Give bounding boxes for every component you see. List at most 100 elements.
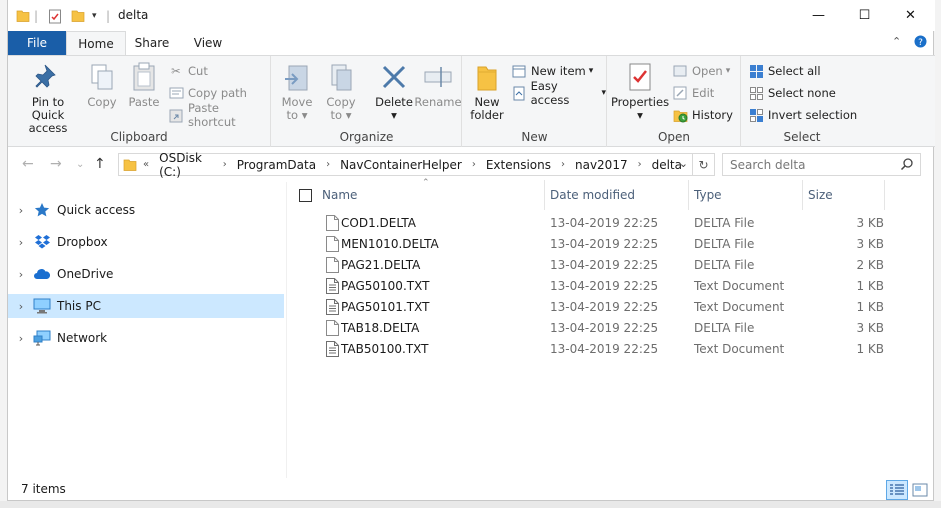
file-size: 3 KB <box>856 321 884 335</box>
file-type: Text Document <box>694 279 785 293</box>
select-none-button[interactable]: Select none <box>748 83 836 103</box>
history-button[interactable]: History <box>672 105 733 125</box>
nav-item-dropbox[interactable]: › Dropbox <box>8 230 284 254</box>
delete-button[interactable]: Delete ▾ <box>375 60 413 122</box>
breadcrumb-extensions[interactable]: Extensions <box>486 158 551 172</box>
forward-arrow-icon[interactable]: → <box>50 156 62 172</box>
maximize-button[interactable]: ☐ <box>842 0 887 31</box>
customize-toolbar-icon[interactable]: ▾ <box>92 6 97 26</box>
file-name: MEN1010.DELTA <box>341 237 439 251</box>
tab-share[interactable]: Share <box>129 31 175 55</box>
expand-chevron-icon[interactable]: › <box>8 300 30 313</box>
select-all-button[interactable]: Select all <box>748 61 821 81</box>
close-button[interactable]: ✕ <box>888 0 933 31</box>
breadcrumb-separator[interactable]: › <box>472 159 476 170</box>
nav-item-onedrive[interactable]: › OneDrive <box>8 262 284 286</box>
expand-chevron-icon[interactable]: › <box>8 332 30 345</box>
properties-quick-icon[interactable] <box>48 6 62 26</box>
recent-locations-chevron-icon[interactable]: ⌄ <box>76 159 84 170</box>
expand-chevron-icon[interactable]: › <box>8 204 30 217</box>
breadcrumb-programdata[interactable]: ProgramData <box>237 158 316 172</box>
tab-file[interactable]: File <box>8 31 66 55</box>
help-icon[interactable]: ? <box>914 35 927 51</box>
back-arrow-icon[interactable]: ← <box>22 156 34 172</box>
new-folder-quick-icon[interactable] <box>71 6 85 26</box>
delete-dropdown-icon[interactable]: ▾ <box>391 109 397 122</box>
easy-access-icon <box>511 85 527 101</box>
nav-item-quick-access[interactable]: › Quick access <box>8 198 284 222</box>
delete-x-icon <box>378 60 410 94</box>
paste-shortcut-button[interactable]: Paste shortcut <box>168 101 270 129</box>
expand-chevron-icon[interactable]: › <box>8 268 30 281</box>
file-row[interactable]: TAB50100.TXT 13-04-2019 22:25 Text Docum… <box>288 339 888 360</box>
copy-path-icon <box>168 85 184 101</box>
file-icon <box>326 320 339 336</box>
column-separator[interactable] <box>688 180 689 210</box>
column-separator[interactable] <box>884 180 885 210</box>
nav-item-this-pc[interactable]: › This PC <box>8 294 284 318</box>
select-all-checkbox[interactable] <box>299 180 312 210</box>
address-dropdown-chevron-icon[interactable]: ⌄ <box>679 157 688 170</box>
nav-item-network[interactable]: › Network <box>8 326 284 350</box>
expand-chevron-icon[interactable]: › <box>8 236 30 249</box>
pane-divider[interactable] <box>286 182 287 478</box>
file-row[interactable]: TAB18.DELTA 13-04-2019 22:25 DELTA File … <box>288 318 888 339</box>
file-row[interactable]: PAG50101.TXT 13-04-2019 22:25 Text Docum… <box>288 297 888 318</box>
new-item-button[interactable]: New item ▾ <box>511 61 593 81</box>
copy-button[interactable]: Copy <box>85 60 119 109</box>
move-to-button[interactable]: Move to ▾ <box>280 60 314 122</box>
breadcrumb-separator[interactable]: › <box>223 159 227 170</box>
file-row[interactable]: PAG21.DELTA 13-04-2019 22:25 DELTA File … <box>288 255 888 276</box>
properties-dropdown-icon[interactable]: ▾ <box>637 109 643 122</box>
column-separator[interactable] <box>544 180 545 210</box>
column-header-date-modified[interactable]: Date modified <box>550 180 688 210</box>
paste-button[interactable]: Paste <box>126 60 162 109</box>
file-list: ⌃ Name Date modified Type Size COD1.DELT… <box>288 178 933 476</box>
column-separator[interactable] <box>802 180 803 210</box>
file-name: TAB18.DELTA <box>341 321 420 335</box>
file-row[interactable]: MEN1010.DELTA 13-04-2019 22:25 DELTA Fil… <box>288 234 888 255</box>
details-view-icon <box>890 484 904 495</box>
breadcrumb-navcontainerhelper[interactable]: NavContainerHelper <box>340 158 462 172</box>
breadcrumb-osdisk[interactable]: OSDisk (C:) <box>159 151 213 179</box>
breadcrumb-separator[interactable]: › <box>326 159 330 170</box>
file-date-modified: 13-04-2019 22:25 <box>550 300 659 314</box>
copy-to-button[interactable]: Copy to ▾ <box>324 60 358 122</box>
refresh-icon[interactable]: ↻ <box>693 153 715 176</box>
properties-button[interactable]: Properties ▾ <box>611 60 669 122</box>
clipboard-icon <box>128 60 160 94</box>
dropbox-icon <box>32 233 52 251</box>
file-size: 1 KB <box>856 300 884 314</box>
file-row[interactable]: COD1.DELTA 13-04-2019 22:25 DELTA File 3… <box>288 213 888 234</box>
search-box[interactable]: Search delta <box>722 153 921 176</box>
breadcrumb-separator[interactable]: › <box>638 159 642 170</box>
cut-button[interactable]: ✂ Cut <box>168 61 208 81</box>
rename-button[interactable]: Rename <box>414 60 462 109</box>
file-name: PAG50100.TXT <box>341 279 430 293</box>
new-folder-button[interactable]: New folder <box>469 60 505 122</box>
collapse-ribbon-icon[interactable]: ⌃ <box>892 35 901 48</box>
open-button[interactable]: Open ▾ <box>672 61 730 81</box>
address-bar[interactable]: « OSDisk (C:) › ProgramData › NavContain… <box>118 151 693 179</box>
breadcrumb-delta[interactable]: delta <box>652 158 682 172</box>
new-group-label: New <box>521 130 548 144</box>
column-header-name[interactable]: Name <box>322 180 544 210</box>
tab-home[interactable]: Home <box>66 31 126 55</box>
easy-access-button[interactable]: Easy access ▾ <box>511 79 606 107</box>
invert-selection-button[interactable]: Invert selection <box>748 105 857 125</box>
breadcrumb-overflow[interactable]: « <box>143 159 149 170</box>
window-shadow-right <box>934 0 941 501</box>
copy-path-button[interactable]: Copy path <box>168 83 247 103</box>
up-arrow-icon[interactable]: ↑ <box>94 156 106 172</box>
file-row[interactable]: PAG50100.TXT 13-04-2019 22:25 Text Docum… <box>288 276 888 297</box>
column-header-type[interactable]: Type <box>694 180 802 210</box>
pin-to-quick-access-button[interactable]: Pin to Quick access <box>14 60 82 135</box>
large-icons-view-button[interactable] <box>909 480 931 500</box>
minimize-button[interactable]: — <box>796 0 841 31</box>
details-view-button[interactable] <box>886 480 908 500</box>
column-header-size[interactable]: Size <box>808 180 884 210</box>
edit-button[interactable]: Edit <box>672 83 714 103</box>
breadcrumb-nav2017[interactable]: nav2017 <box>575 158 628 172</box>
breadcrumb-separator[interactable]: › <box>561 159 565 170</box>
tab-view[interactable]: View <box>185 31 231 55</box>
